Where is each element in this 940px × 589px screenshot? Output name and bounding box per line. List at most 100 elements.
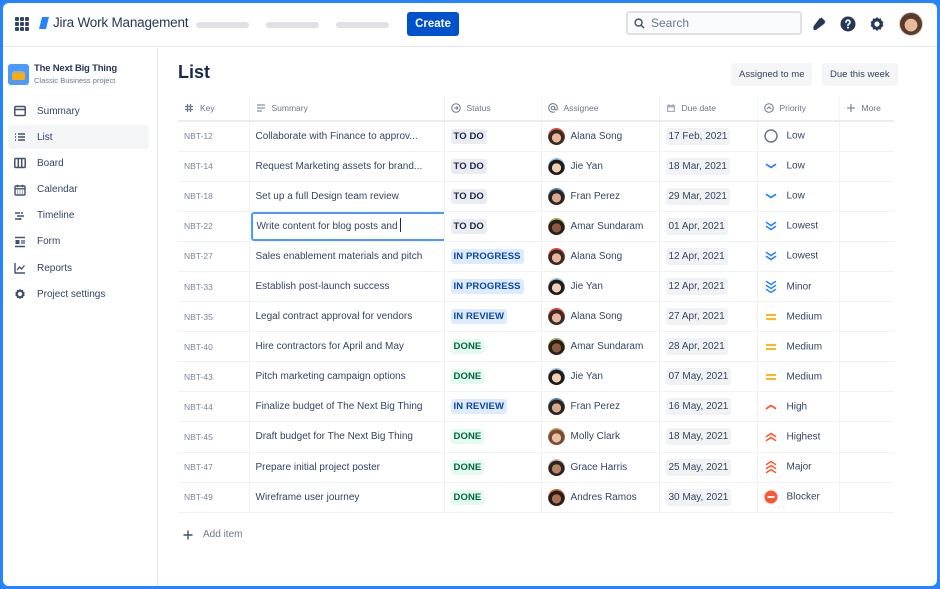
summary-cell[interactable]: Request Marketing assets for brand... bbox=[249, 151, 445, 182]
summary-cell[interactable]: Sales enablement materials and pitch bbox=[249, 241, 445, 272]
due-date-cell[interactable]: 27 Apr, 2021 bbox=[659, 301, 758, 333]
assignee-cell[interactable]: Alana Song bbox=[541, 121, 660, 152]
status-badge[interactable]: DONE bbox=[450, 339, 485, 355]
sidebar-item-summary[interactable]: Summary bbox=[8, 99, 149, 123]
issue-key[interactable]: NBT-40 bbox=[178, 331, 250, 363]
assignee-cell[interactable]: Alana Song bbox=[541, 301, 660, 333]
product-logo[interactable]: Jira Work Management bbox=[39, 15, 189, 30]
table-row[interactable]: NBT-47 Prepare initial project poster DONE… bbox=[178, 452, 894, 483]
due-date-cell[interactable]: 12 Apr, 2021 bbox=[659, 241, 758, 272]
priority-cell[interactable]: Medium bbox=[757, 301, 840, 333]
assignee-cell[interactable]: Amar Sundaram bbox=[541, 331, 660, 363]
issue-key[interactable]: NBT-14 bbox=[178, 151, 250, 182]
profile-avatar[interactable] bbox=[899, 12, 923, 36]
table-row[interactable]: NBT-40 Hire contractors for April and May… bbox=[178, 331, 894, 363]
table-row[interactable]: NBT-18 Set up a full Design team review TO… bbox=[178, 181, 894, 212]
assignee-cell[interactable]: Jie Yan bbox=[541, 151, 660, 182]
status-badge[interactable]: TO DO bbox=[450, 128, 487, 144]
table-row[interactable]: NBT-27 Sales enablement materials and pit… bbox=[178, 241, 894, 272]
table-row[interactable]: NBT-12 Collaborate with Finance to approv… bbox=[178, 121, 894, 152]
issue-key[interactable]: NBT-44 bbox=[178, 391, 250, 423]
summary-cell[interactable]: Collaborate with Finance to approv... bbox=[249, 121, 445, 152]
due-date-cell[interactable]: 01 Apr, 2021 bbox=[659, 211, 758, 242]
column-header-due-date[interactable]: Due date bbox=[659, 96, 758, 122]
sidebar-item-form[interactable]: Form bbox=[8, 230, 149, 254]
due-date-cell[interactable]: 07 May, 2021 bbox=[659, 361, 758, 393]
filter-assigned-to-me[interactable]: Assigned to me bbox=[731, 63, 813, 86]
priority-cell[interactable]: Major bbox=[757, 452, 840, 483]
priority-cell[interactable]: Minor bbox=[757, 271, 840, 303]
table-row[interactable]: NBT-43 Pitch marketing campaign options DO… bbox=[178, 361, 894, 393]
priority-cell[interactable]: High bbox=[757, 391, 840, 423]
issue-key[interactable]: NBT-18 bbox=[178, 181, 250, 212]
summary-cell[interactable]: Draft budget for The Next Big Thing bbox=[249, 421, 445, 453]
summary-cell[interactable]: Hire contractors for April and May bbox=[249, 331, 445, 363]
column-header-status[interactable]: Status bbox=[444, 96, 542, 122]
filter-due-this-week[interactable]: Due this week bbox=[822, 63, 898, 86]
status-badge[interactable]: TO DO bbox=[450, 158, 487, 174]
assignee-cell[interactable]: Amar Sundaram bbox=[541, 211, 660, 242]
assignee-cell[interactable]: Alana Song bbox=[541, 241, 660, 272]
due-date-cell[interactable]: 18 May, 2021 bbox=[659, 421, 758, 453]
status-badge[interactable]: DONE bbox=[450, 369, 485, 385]
table-row[interactable]: NBT-49 Wireframe user journey DONE Andres R… bbox=[178, 482, 894, 513]
sidebar-item-board[interactable]: Board bbox=[8, 151, 149, 175]
column-header-priority[interactable]: Priority bbox=[757, 96, 840, 122]
status-badge[interactable]: IN REVIEW bbox=[450, 399, 508, 415]
issue-key[interactable]: NBT-12 bbox=[178, 121, 250, 152]
priority-cell[interactable]: Blocker bbox=[757, 482, 840, 513]
status-cell[interactable]: IN PROGRESS bbox=[444, 241, 542, 272]
table-row[interactable]: NBT-45 Draft budget for The Next Big Thin… bbox=[178, 421, 894, 453]
status-cell[interactable]: TO DO bbox=[444, 211, 542, 242]
summary-cell[interactable]: Wireframe user journey bbox=[249, 482, 445, 513]
assignee-cell[interactable]: Grace Harris bbox=[541, 452, 660, 483]
issue-key[interactable]: NBT-49 bbox=[178, 482, 250, 513]
due-date-cell[interactable]: 17 Feb, 2021 bbox=[659, 121, 758, 152]
status-badge[interactable]: DONE bbox=[450, 429, 485, 445]
summary-cell[interactable]: Write content for blog posts and bbox=[249, 211, 445, 242]
search-input[interactable]: Search bbox=[626, 11, 802, 35]
settings-icon[interactable] bbox=[869, 16, 885, 32]
status-badge[interactable]: TO DO bbox=[450, 188, 487, 204]
app-switcher-icon[interactable] bbox=[15, 17, 29, 31]
due-date-cell[interactable]: 12 Apr, 2021 bbox=[659, 271, 758, 303]
due-date-cell[interactable]: 28 Apr, 2021 bbox=[659, 331, 758, 363]
status-badge[interactable]: IN PROGRESS bbox=[450, 248, 524, 264]
table-row[interactable]: NBT-22 Write content for blog posts and TO… bbox=[178, 211, 894, 242]
assignee-cell[interactable]: Fran Perez bbox=[541, 391, 660, 423]
priority-cell[interactable]: Low bbox=[757, 151, 840, 182]
status-cell[interactable]: DONE bbox=[444, 482, 542, 513]
due-date-cell[interactable]: 16 May, 2021 bbox=[659, 391, 758, 423]
status-badge[interactable]: IN PROGRESS bbox=[450, 279, 524, 295]
column-header-key[interactable]: Key bbox=[178, 96, 250, 122]
priority-cell[interactable]: Low bbox=[757, 181, 840, 212]
table-row[interactable]: NBT-14 Request Marketing assets for brand… bbox=[178, 151, 894, 182]
table-row[interactable]: NBT-44 Finalize budget of The Next Big Th… bbox=[178, 391, 894, 423]
sidebar-item-timeline[interactable]: Timeline bbox=[8, 204, 149, 228]
issue-key[interactable]: NBT-35 bbox=[178, 301, 250, 333]
issue-key[interactable]: NBT-33 bbox=[178, 271, 250, 303]
priority-cell[interactable]: Low bbox=[757, 121, 840, 152]
status-cell[interactable]: DONE bbox=[444, 331, 542, 363]
notifications-icon[interactable] bbox=[811, 16, 827, 32]
assignee-cell[interactable]: Molly Clark bbox=[541, 421, 660, 453]
table-row[interactable]: NBT-35 Legal contract approval for vendor… bbox=[178, 301, 894, 333]
add-item-button[interactable]: Add item bbox=[183, 529, 242, 540]
summary-cell[interactable]: Legal contract approval for vendors bbox=[249, 301, 445, 333]
help-icon[interactable] bbox=[840, 16, 856, 32]
due-date-cell[interactable]: 18 Mar, 2021 bbox=[659, 151, 758, 182]
status-cell[interactable]: TO DO bbox=[444, 151, 542, 182]
due-date-cell[interactable]: 30 May, 2021 bbox=[659, 482, 758, 513]
status-badge[interactable]: IN REVIEW bbox=[450, 309, 508, 325]
summary-cell[interactable]: Finalize budget of The Next Big Thing bbox=[249, 391, 445, 423]
sidebar-item-list[interactable]: List bbox=[8, 125, 149, 150]
table-row[interactable]: NBT-33 Establish post-launch success IN PR… bbox=[178, 271, 894, 303]
summary-cell[interactable]: Prepare initial project poster bbox=[249, 452, 445, 483]
assignee-cell[interactable]: Jie Yan bbox=[541, 271, 660, 303]
status-cell[interactable]: IN PROGRESS bbox=[444, 271, 542, 303]
assignee-cell[interactable]: Fran Perez bbox=[541, 181, 660, 212]
issue-key[interactable]: NBT-43 bbox=[178, 361, 250, 393]
status-cell[interactable]: DONE bbox=[444, 361, 542, 393]
summary-cell[interactable]: Establish post-launch success bbox=[249, 271, 445, 303]
issue-key[interactable]: NBT-22 bbox=[178, 211, 250, 242]
